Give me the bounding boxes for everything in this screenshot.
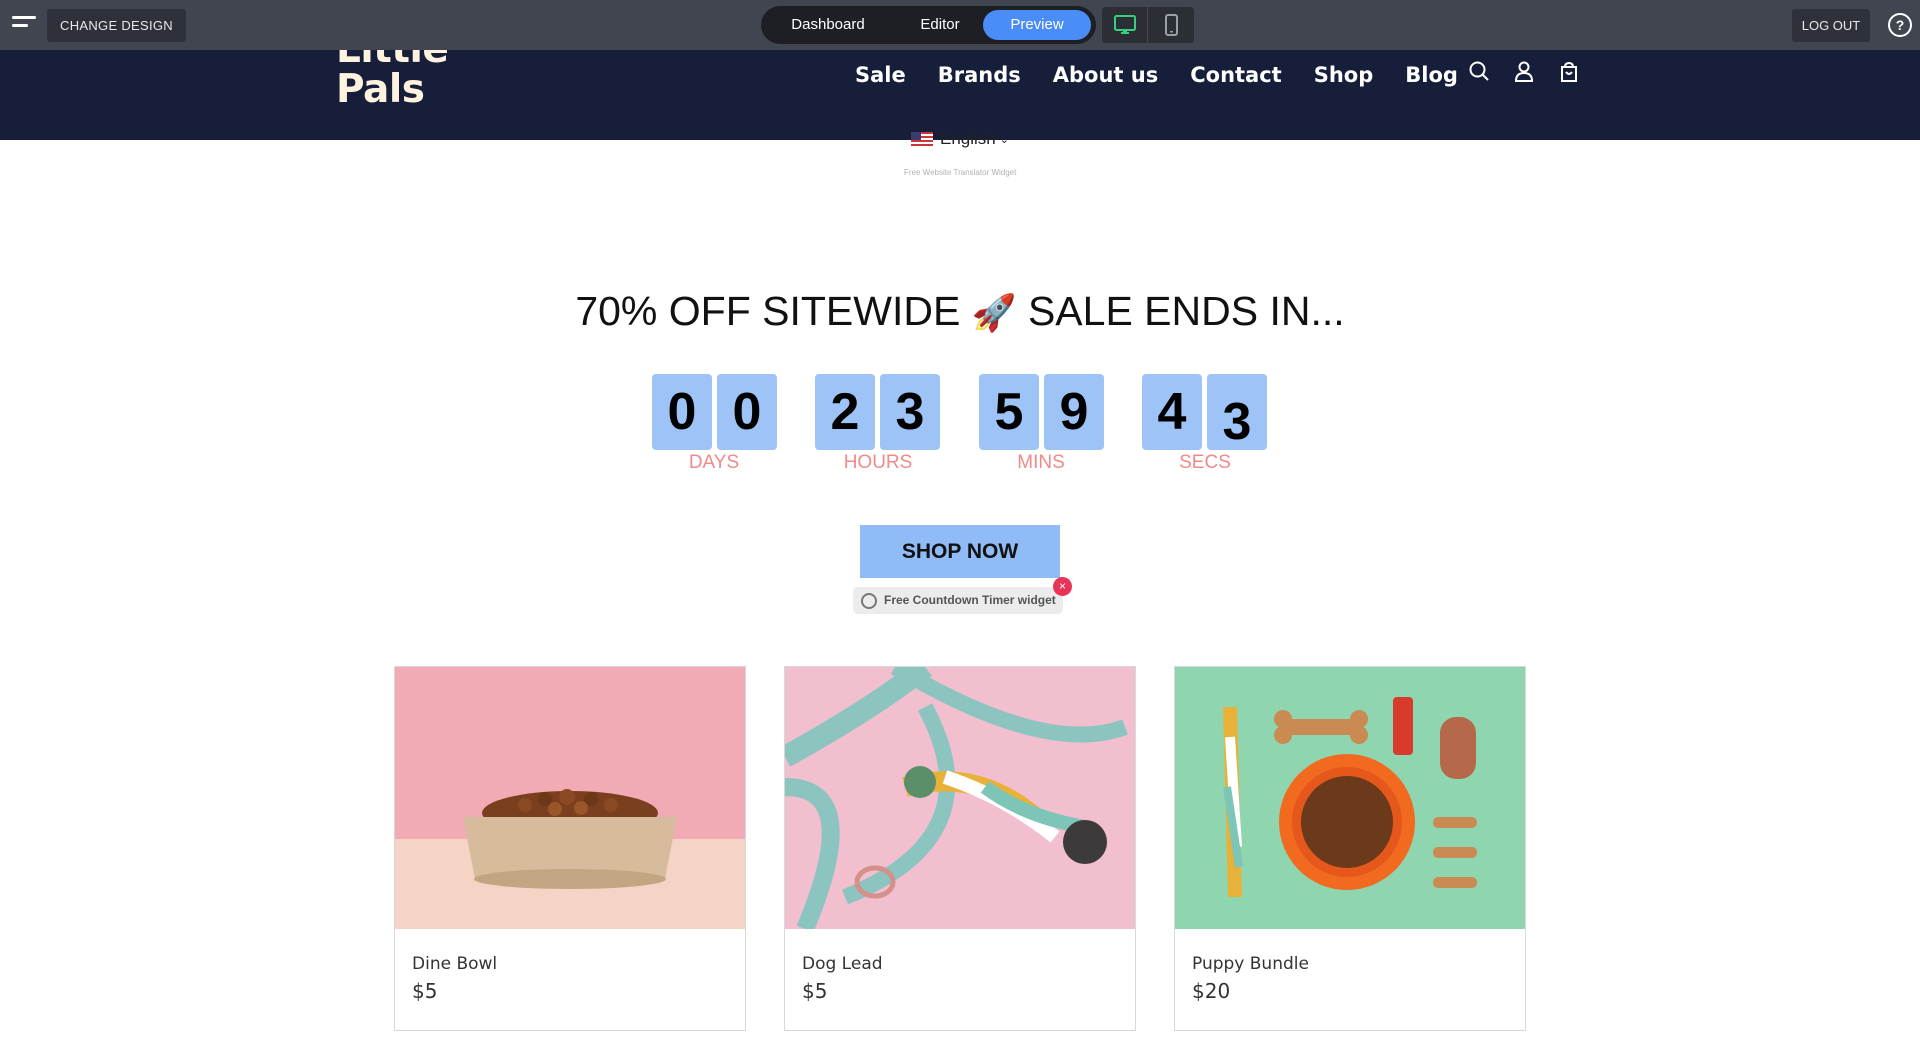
logo-line-2: Pals <box>336 67 425 112</box>
secs-label: SECS <box>1179 452 1231 473</box>
headline-text-2: SALE ENDS IN... <box>1027 288 1345 334</box>
product-card[interactable]: Dine Bowl $5 <box>394 666 746 1031</box>
product-image-puppy-bundle[interactable] <box>1175 667 1525 929</box>
help-icon[interactable]: ? <box>1888 13 1912 37</box>
product-name[interactable]: Puppy Bundle <box>1192 954 1309 974</box>
tab-preview[interactable]: Preview <box>983 10 1091 40</box>
secs-digit-2: 3 <box>1207 374 1267 451</box>
days-digit-1: 0 <box>652 374 712 450</box>
product-name[interactable]: Dine Bowl <box>412 954 497 974</box>
nav-sale[interactable]: Sale <box>855 63 906 87</box>
mobile-icon <box>1165 14 1178 36</box>
translator-widget-link[interactable]: Free Website Translator Widget <box>904 168 1016 177</box>
chevron-down-icon: ⌄ <box>999 133 1009 146</box>
mode-switch: Dashboard Editor Preview <box>761 6 1096 44</box>
site-header: Little Pals Sale Brands About us Contact… <box>0 50 1920 140</box>
close-icon[interactable]: × <box>1053 577 1072 596</box>
language-selector[interactable]: English ⌄ <box>911 128 1009 150</box>
account-icon[interactable] <box>1513 60 1535 82</box>
dog-bowl-image <box>395 667 745 929</box>
sale-headline: 70% OFF SITEWIDE 🚀 SALE ENDS IN... <box>0 288 1920 335</box>
product-price: $5 <box>412 979 438 1003</box>
tab-dashboard[interactable]: Dashboard <box>771 10 885 40</box>
product-image-dine-bowl[interactable] <box>395 667 745 929</box>
headline-text-1: 70% OFF SITEWIDE <box>575 288 961 334</box>
language-label: English <box>940 129 996 148</box>
logout-button[interactable]: LOG OUT <box>1792 9 1870 42</box>
tab-editor[interactable]: Editor <box>885 10 995 40</box>
product-image-dog-lead[interactable] <box>785 667 1135 929</box>
desktop-icon <box>1114 15 1136 34</box>
nav-shop[interactable]: Shop <box>1314 63 1374 87</box>
mins-label: MINS <box>1017 452 1065 473</box>
countdown-widget-badge[interactable]: Free Countdown Timer widget <box>853 587 1063 614</box>
nav-about-us[interactable]: About us <box>1053 63 1158 87</box>
product-card[interactable]: Puppy Bundle $20 <box>1174 666 1526 1031</box>
product-price: $20 <box>1192 979 1231 1003</box>
mins-digit-2: 9 <box>1044 374 1104 450</box>
days-digit-2: 0 <box>717 374 777 450</box>
nav-brands[interactable]: Brands <box>938 63 1021 87</box>
nav-blog[interactable]: Blog <box>1405 63 1458 87</box>
main-nav: Sale Brands About us Contact Shop Blog <box>855 55 1490 95</box>
search-icon[interactable] <box>1468 60 1490 82</box>
us-flag-icon <box>911 132 933 146</box>
product-card[interactable]: Dog Lead $5 <box>784 666 1136 1031</box>
puppy-bundle-image <box>1175 667 1525 929</box>
desktop-view-button[interactable] <box>1102 7 1148 43</box>
hours-label: HOURS <box>843 452 913 473</box>
cart-icon[interactable] <box>1558 61 1580 83</box>
editor-toolbar: CHANGE DESIGN Dashboard Editor Preview L… <box>0 0 1920 50</box>
change-design-button[interactable]: CHANGE DESIGN <box>47 9 186 42</box>
shop-now-button[interactable]: SHOP NOW <box>860 525 1060 578</box>
menu-icon[interactable] <box>12 16 38 34</box>
mobile-view-button[interactable] <box>1148 7 1194 43</box>
secs-digit-1: 4 <box>1142 374 1202 450</box>
rocket-icon: 🚀 <box>971 292 1017 333</box>
days-label: DAYS <box>688 452 740 473</box>
dog-lead-image <box>785 667 1135 929</box>
hours-digit-2: 3 <box>880 374 940 450</box>
mins-digit-1: 5 <box>979 374 1039 450</box>
timer-icon <box>861 593 877 609</box>
product-price: $5 <box>802 979 828 1003</box>
hours-digit-1: 2 <box>815 374 875 450</box>
device-switch <box>1102 7 1194 43</box>
site-logo[interactable]: Little Pals <box>336 50 449 112</box>
nav-contact[interactable]: Contact <box>1190 63 1282 87</box>
product-name[interactable]: Dog Lead <box>802 954 883 974</box>
